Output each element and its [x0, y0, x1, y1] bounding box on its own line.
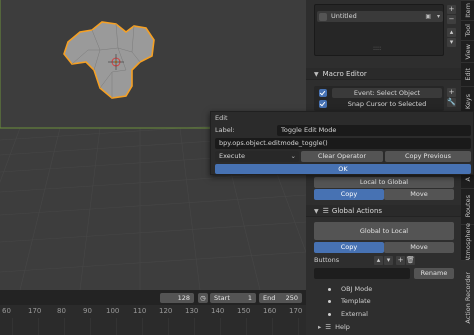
list-item-checkbox[interactable]	[319, 12, 327, 21]
add-icon[interactable]: +	[396, 256, 405, 265]
list-icon: ☰	[325, 323, 332, 331]
tick-label: 60	[2, 307, 11, 315]
tab-item[interactable]: Item	[461, 0, 474, 20]
macro-editor-title: Macro Editor	[322, 70, 367, 78]
start-label: Start	[214, 294, 230, 302]
ok-button[interactable]: OK	[215, 164, 471, 174]
tick-label: 170	[28, 307, 42, 315]
end-label: End	[263, 294, 276, 302]
end-frame-field[interactable]: End 250	[259, 293, 302, 303]
tick-label: 80	[57, 307, 66, 315]
buttons-label: Buttons	[314, 256, 340, 264]
dropdown-icon[interactable]: ▾	[437, 11, 440, 22]
action-item[interactable]: Snap Cursor to Selected	[332, 99, 442, 109]
action-list[interactable]: Event: Select Object Snap Cursor to Sele…	[314, 86, 444, 111]
rename-button[interactable]: Rename	[414, 268, 454, 279]
list-item[interactable]: Untitled ▣ ▾	[317, 11, 443, 22]
tree-item-label: OBJ Mode	[341, 285, 373, 293]
label-input[interactable]: Toggle Edit Mode	[277, 125, 471, 136]
end-value: 250	[285, 294, 298, 302]
copy-mode-button[interactable]: Copy	[314, 189, 384, 200]
move-down-icon[interactable]: ▾	[447, 38, 456, 47]
execute-dropdown-value: Execute	[219, 152, 245, 160]
tree-item-label: External	[341, 310, 368, 318]
add-action-icon[interactable]: +	[447, 88, 456, 97]
wrench-icon[interactable]: 🔧	[447, 98, 456, 107]
timeline-ruler[interactable]: 60 170 80 90 100 110 120 130 140 150 160…	[0, 305, 306, 335]
move-down-icon[interactable]: ▾	[384, 256, 393, 265]
tab-routes[interactable]: Routes	[461, 188, 474, 224]
clock-icon[interactable]: ◷	[198, 293, 208, 303]
popup-title: Edit	[215, 114, 228, 122]
move-up-icon[interactable]: ▴	[447, 28, 456, 37]
tick-label: 150	[237, 307, 251, 315]
global-actions-title: Global Actions	[331, 207, 383, 215]
clear-operator-command-button[interactable]: Clear Operator Command	[301, 151, 383, 171]
button-name-field[interactable]	[314, 268, 410, 279]
chevron-down-icon: ⌄	[290, 152, 296, 160]
remove-macro-icon[interactable]: −	[447, 15, 456, 24]
move-mode-button[interactable]: Move	[384, 242, 454, 253]
action-item[interactable]: Event: Select Object	[332, 88, 442, 98]
chevron-down-icon: ▼	[314, 71, 319, 78]
tick-label: 110	[133, 307, 147, 315]
add-macro-icon[interactable]: +	[447, 5, 456, 14]
tick-label: 100	[106, 307, 120, 315]
tick-label: 140	[211, 307, 225, 315]
suzanne-mesh[interactable]	[60, 10, 160, 102]
tick-label: 90	[83, 307, 92, 315]
action-checkbox[interactable]	[319, 89, 327, 97]
list-icon: ☰	[322, 207, 329, 215]
local-to-global-button[interactable]: Local to Global	[314, 177, 454, 188]
tick-label: 160	[263, 307, 277, 315]
chevron-right-icon: ▸	[318, 323, 322, 331]
resize-grip[interactable]: ::::	[373, 45, 381, 52]
start-frame-field[interactable]: Start 1	[210, 293, 256, 303]
chevron-down-icon: ▼	[314, 208, 319, 215]
tick-label: 170	[289, 307, 303, 315]
current-frame-field[interactable]: 128	[160, 293, 194, 303]
image-icon[interactable]: ▣	[425, 11, 431, 22]
edit-popup: Edit Label: Toggle Edit Mode bpy.ops.obj…	[210, 111, 474, 175]
tab-view[interactable]: View	[461, 40, 474, 62]
tab-atmosphere[interactable]: Atmosphere	[461, 223, 474, 262]
label-caption: Label:	[215, 126, 235, 134]
tick-label: 120	[159, 307, 173, 315]
macro-editor-header[interactable]: ▼ Macro Editor	[306, 68, 461, 80]
macro-list[interactable]: Untitled ▣ ▾ ::::	[314, 4, 444, 56]
move-mode-button[interactable]: Move	[384, 189, 454, 200]
tick-label: 130	[185, 307, 199, 315]
tree-item[interactable]: External	[328, 309, 368, 319]
copy-previous-button[interactable]: Copy Previous	[385, 151, 471, 162]
tab-tool[interactable]: Tool	[461, 20, 474, 40]
tree-item-label: Help	[335, 323, 350, 331]
timeline[interactable]: 128 ◷ Start 1 End 250 60 170 80 90 100 1…	[0, 290, 306, 335]
copy-mode-button[interactable]: Copy	[314, 242, 384, 253]
tab-action-recorder[interactable]: Action Recorder	[461, 260, 474, 335]
tree-item[interactable]: ▸ ☰ Help	[318, 322, 350, 332]
trash-icon[interactable]: 🗑	[406, 256, 415, 265]
action-checkbox[interactable]	[319, 100, 327, 108]
tree-item-label: Template	[341, 297, 371, 305]
global-to-local-button[interactable]: Global to Local	[314, 222, 454, 240]
tab-edit[interactable]: Edit	[461, 62, 474, 86]
global-actions-header[interactable]: ▼ ☰ Global Actions	[306, 205, 461, 217]
tree-item[interactable]: Template	[328, 296, 371, 306]
move-up-icon[interactable]: ▴	[374, 256, 383, 265]
execute-dropdown[interactable]: Execute ⌄	[215, 151, 299, 162]
start-value: 1	[247, 294, 252, 302]
command-input[interactable]: bpy.ops.object.editmode_toggle()	[215, 138, 471, 149]
tree-item[interactable]: OBJ Mode	[328, 284, 372, 294]
list-item-label: Untitled	[331, 12, 357, 20]
